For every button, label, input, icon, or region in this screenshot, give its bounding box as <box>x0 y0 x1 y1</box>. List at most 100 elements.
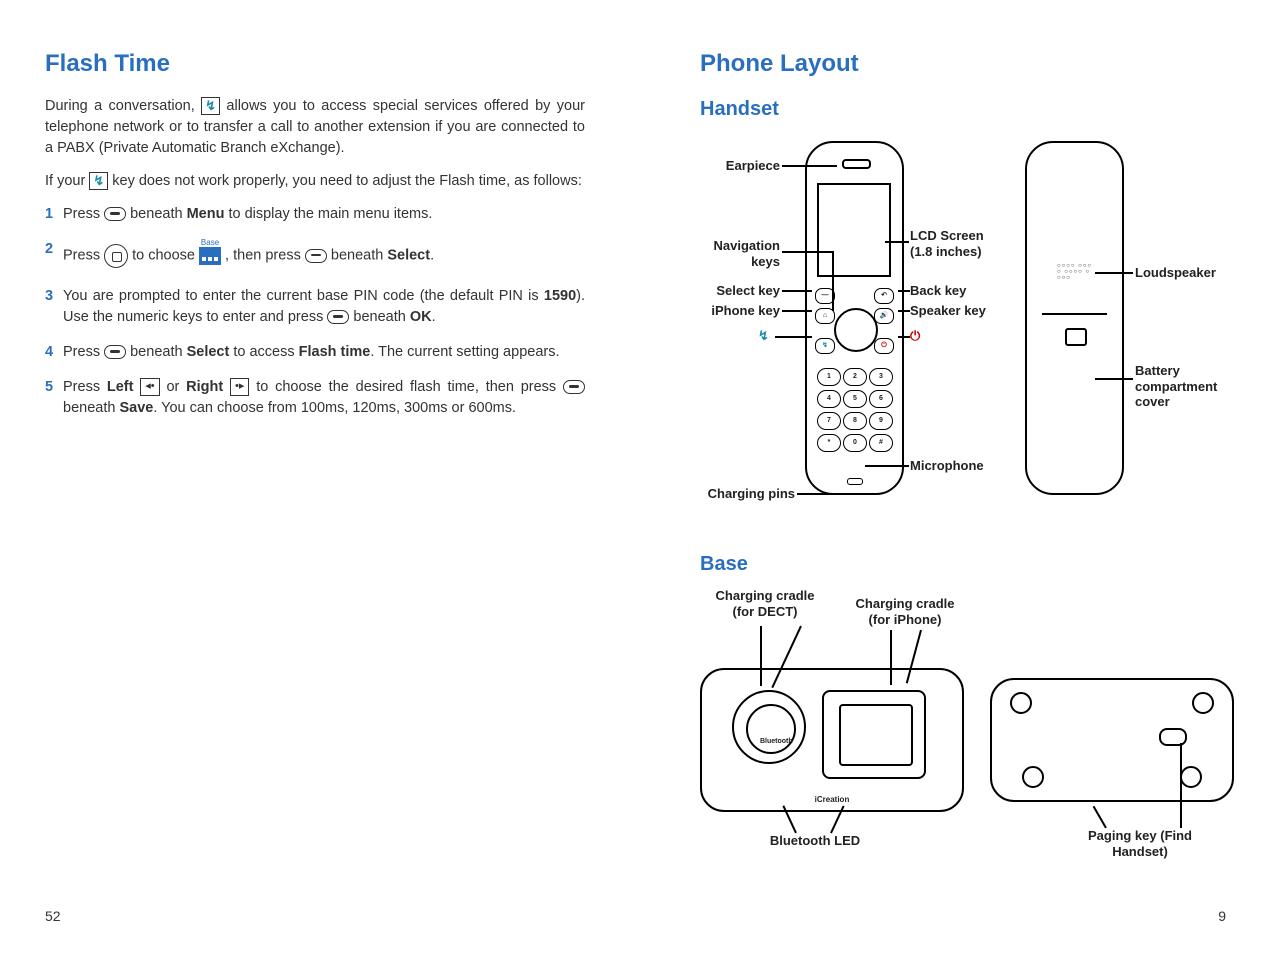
step-body: You are prompted to enter the current ba… <box>63 286 585 328</box>
end-key-icon: ⏻ <box>874 338 894 354</box>
text: . <box>432 309 436 325</box>
bold: Menu <box>187 206 225 222</box>
softkey-icon <box>305 249 327 263</box>
label-mic: Microphone <box>910 458 984 474</box>
flash-key-icon: ↯ <box>89 172 108 191</box>
flash-key-icon: ↯ <box>201 97 220 116</box>
intro-2: If your ↯ key does not work properly, yo… <box>45 171 585 192</box>
softkey-icon <box>104 345 126 359</box>
label-earpiece: Earpiece <box>700 158 780 174</box>
speaker-key-icon: 🔊 <box>874 308 894 324</box>
nav-ring-icon <box>834 308 878 352</box>
handset-diagram: — ↶ ⌂ 🔊 ↯ ⏻ 123 456 789 *0# ○○○○ ○○○○ ○○… <box>700 133 1240 533</box>
nav-key-icon <box>104 244 128 268</box>
text: or <box>160 379 187 395</box>
text: If your <box>45 173 89 189</box>
label-speaker-key: Speaker key <box>910 303 986 319</box>
text: beneath <box>349 309 409 325</box>
iphone-cradle-icon <box>822 690 926 779</box>
label-nav: Navigation keys <box>700 238 780 269</box>
step-number: 2 <box>45 239 63 272</box>
text: You are prompted to enter the current ba… <box>63 288 544 304</box>
handset-back: ○○○○ ○○○○ ○○○○ ○○○○ <box>1025 141 1124 495</box>
handset-front: — ↶ ⌂ 🔊 ↯ ⏻ 123 456 789 *0# <box>805 141 904 495</box>
brand-text: iCreation <box>702 795 962 804</box>
page-number-left: 52 <box>45 908 61 924</box>
base-diagram: Charging cradle (for DECT) Charging crad… <box>700 588 1240 888</box>
softkey-icon <box>104 207 126 221</box>
text: . The current setting appears. <box>370 344 559 360</box>
bold: Right <box>186 379 223 395</box>
right-page: Phone Layout Handset — ↶ ⌂ 🔊 ↯ ⏻ 123 456… <box>700 50 1240 888</box>
step-number: 3 <box>45 286 63 328</box>
label-end-icon: ⏻ <box>910 328 920 344</box>
step-body: Press beneath Menu to display the main m… <box>63 204 585 225</box>
keypad: 123 456 789 *0# <box>817 368 891 452</box>
step-number: 5 <box>45 377 63 419</box>
page-number-right: 9 <box>1218 908 1226 924</box>
text: , then press <box>221 247 305 263</box>
step-5: 5 Press Left ◂• or Right •▸ to choose th… <box>45 377 585 419</box>
label-iphone: iPhone key <box>700 303 780 319</box>
text: beneath <box>327 247 387 263</box>
text: beneath <box>63 400 119 416</box>
base-front: Bluetooth iCreation <box>700 668 964 812</box>
dect-cradle-icon <box>732 690 806 764</box>
microphone-icon <box>847 478 863 485</box>
text: Press <box>63 206 104 222</box>
step-body: Press to choose Base , then press beneat… <box>63 239 585 272</box>
softkey-icon <box>327 310 349 324</box>
base-title: Base <box>700 553 1240 576</box>
text: beneath <box>126 206 186 222</box>
bold: Flash time <box>299 344 371 360</box>
bold: Select <box>187 344 230 360</box>
step-number: 4 <box>45 342 63 363</box>
label-bt-led: Bluetooth LED <box>755 833 875 849</box>
label-loud: Loudspeaker <box>1135 265 1216 281</box>
right-key-icon: •▸ <box>230 378 249 396</box>
flash-key-btn-icon: ↯ <box>815 338 835 354</box>
text: Press <box>63 247 104 263</box>
flash-time-title: Flash Time <box>45 50 585 78</box>
label-flash-icon: ↯ <box>758 328 769 344</box>
label-select: Select key <box>700 283 780 299</box>
text: . You can choose from 100ms, 120ms, 300m… <box>153 400 516 416</box>
text: beneath <box>126 344 186 360</box>
label-paging: Paging key (Find Handset) <box>1080 828 1200 859</box>
handset-title: Handset <box>700 98 1240 121</box>
label-back: Back key <box>910 283 966 299</box>
back-key-icon: ↶ <box>874 288 894 304</box>
step-2: 2 Press to choose Base , then press bene… <box>45 239 585 272</box>
lcd-screen-icon <box>817 183 891 277</box>
step-number: 1 <box>45 204 63 225</box>
text: Press <box>63 379 107 395</box>
bold: OK <box>410 309 432 325</box>
text: Press <box>63 344 104 360</box>
label-charging: Charging pins <box>700 486 795 502</box>
text: During a conversation, <box>45 98 201 114</box>
softkey-icon <box>563 380 585 394</box>
step-1: 1 Press beneath Menu to display the main… <box>45 204 585 225</box>
battery-latch-icon <box>1065 328 1087 346</box>
intro-1: During a conversation, ↯ allows you to a… <box>45 96 585 159</box>
phone-layout-title: Phone Layout <box>700 50 1240 78</box>
base-back <box>990 678 1234 802</box>
label-batt: Battery compartment cover <box>1135 363 1235 410</box>
text: to display the main menu items. <box>224 206 432 222</box>
label-cradle-iphone: Charging cradle (for iPhone) <box>845 596 965 627</box>
bold: Left <box>107 379 134 395</box>
text: to choose <box>128 247 199 263</box>
bluetooth-text: Bluetooth <box>760 738 793 745</box>
text: to access <box>229 344 298 360</box>
text: to choose the desired flash time, then p… <box>249 379 563 395</box>
left-key-icon: ◂• <box>140 378 159 396</box>
earpiece-icon <box>842 159 871 169</box>
label-cradle-dect: Charging cradle (for DECT) <box>705 588 825 619</box>
step-body: Press beneath Select to access Flash tim… <box>63 342 585 363</box>
base-app-icon: Base <box>199 239 221 272</box>
bold: Save <box>119 400 153 416</box>
bold: Select <box>387 247 430 263</box>
loudspeaker-grill-icon: ○○○○ ○○○○ ○○○○ ○○○○ <box>1057 263 1093 287</box>
step-body: Press Left ◂• or Right •▸ to choose the … <box>63 377 585 419</box>
bold: 1590 <box>544 288 576 304</box>
